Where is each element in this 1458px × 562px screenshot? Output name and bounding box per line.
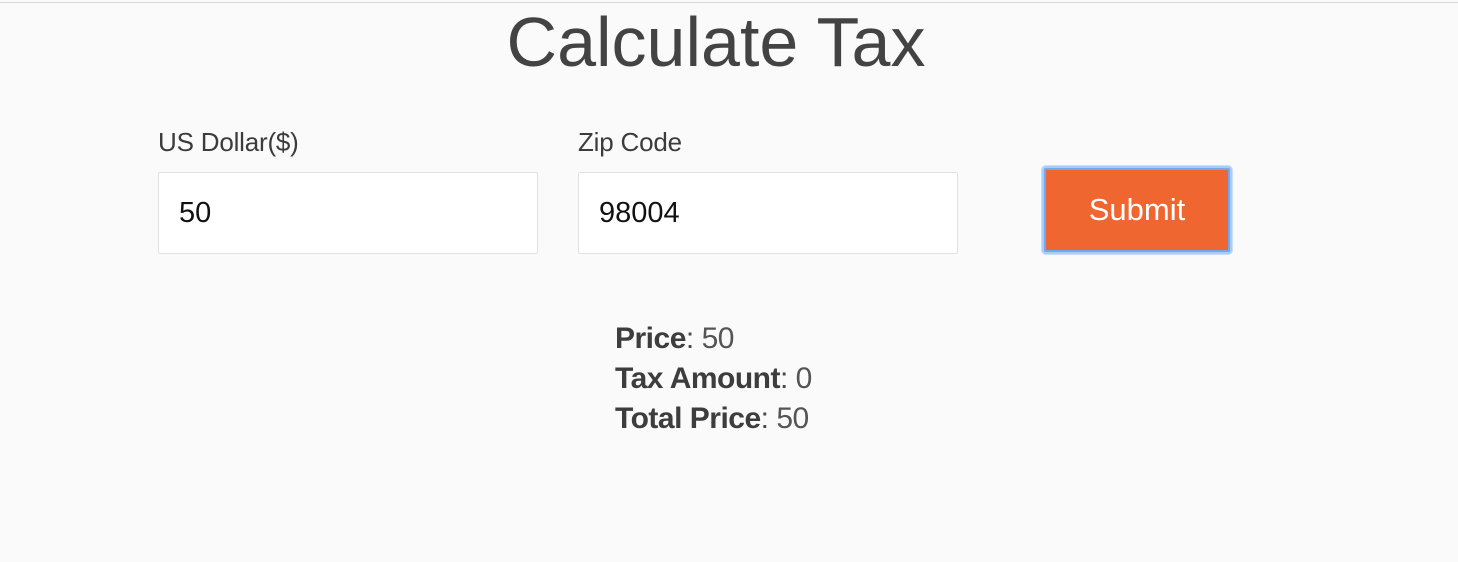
tax-amount-value: 0 <box>795 362 813 395</box>
page-title: Calculate Tax <box>506 3 926 81</box>
total-price-result: Total Price: 50 <box>615 402 809 435</box>
price-result: Price: 50 <box>615 322 735 355</box>
total-price-label: Total Price <box>615 402 761 435</box>
price-value: 50 <box>701 322 735 355</box>
price-label: Price <box>615 322 686 355</box>
submit-button[interactable]: Submit <box>1042 166 1232 254</box>
usd-field-label: US Dollar($) <box>158 127 299 157</box>
zip-field-label: Zip Code <box>578 127 682 157</box>
tax-results: Price: 50 Tax Amount: 0 Total Price: 50 <box>615 319 812 439</box>
zip-code-input[interactable] <box>578 172 958 254</box>
tax-amount-result: Tax Amount: 0 <box>615 362 813 395</box>
usd-amount-input[interactable] <box>158 172 538 254</box>
total-price-value: 50 <box>776 402 809 435</box>
tax-amount-label: Tax Amount <box>615 362 781 395</box>
